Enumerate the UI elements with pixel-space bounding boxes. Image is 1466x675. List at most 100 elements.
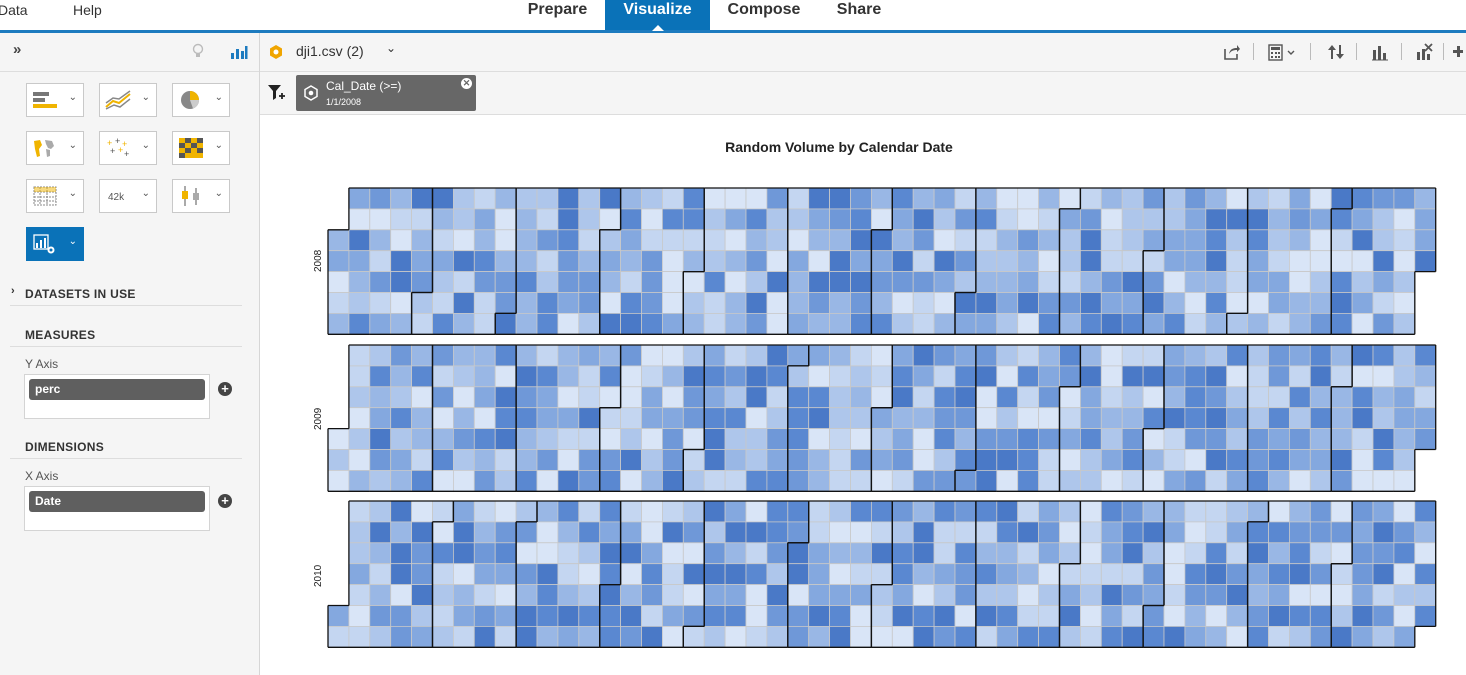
day-cell[interactable] — [473, 563, 496, 586]
day-cell[interactable] — [557, 542, 580, 565]
day-cell[interactable] — [829, 563, 851, 586]
day-cell[interactable] — [515, 292, 538, 314]
day-cell[interactable] — [1059, 449, 1081, 471]
day-cell[interactable] — [1080, 521, 1102, 544]
day-cell[interactable] — [871, 449, 893, 471]
day-cell[interactable] — [1017, 250, 1040, 272]
day-cell[interactable] — [327, 469, 350, 492]
day-cell[interactable] — [829, 365, 851, 388]
day-cell[interactable] — [975, 563, 998, 586]
day-cell[interactable] — [1080, 563, 1102, 586]
day-cell[interactable] — [1038, 386, 1060, 409]
day-cell[interactable] — [1393, 250, 1416, 272]
day-cell[interactable] — [1351, 344, 1374, 367]
day-cell[interactable] — [473, 469, 496, 492]
day-cell[interactable] — [515, 626, 538, 648]
day-cell[interactable] — [390, 229, 413, 252]
day-cell[interactable] — [620, 208, 642, 231]
day-cell[interactable] — [536, 500, 559, 523]
day-cell[interactable] — [452, 312, 475, 335]
day-cell[interactable] — [536, 521, 559, 544]
day-cell[interactable] — [432, 563, 454, 586]
day-cell[interactable] — [578, 365, 601, 388]
day-cell[interactable] — [1059, 250, 1081, 272]
day-cell[interactable] — [662, 605, 684, 627]
day-cell[interactable] — [954, 500, 977, 523]
day-cell[interactable] — [369, 521, 392, 544]
day-cell[interactable] — [1038, 407, 1060, 430]
day-cell[interactable] — [703, 521, 726, 544]
day-cell[interactable] — [954, 312, 977, 335]
day-cell[interactable] — [829, 584, 851, 606]
day-cell[interactable] — [703, 605, 726, 627]
day-cell[interactable] — [1163, 344, 1186, 367]
day-cell[interactable] — [787, 187, 810, 210]
day-cell[interactable] — [348, 187, 371, 210]
day-cell[interactable] — [557, 250, 580, 272]
day-cell[interactable] — [724, 563, 747, 586]
day-cell[interactable] — [452, 208, 475, 231]
day-cell[interactable] — [452, 500, 475, 523]
day-cell[interactable] — [1017, 521, 1040, 544]
day-cell[interactable] — [1226, 386, 1248, 409]
day-cell[interactable] — [473, 584, 496, 606]
day-cell[interactable] — [599, 449, 622, 471]
day-cell[interactable] — [1372, 187, 1395, 210]
day-cell[interactable] — [1142, 605, 1165, 627]
day-cell[interactable] — [682, 469, 705, 492]
day-cell[interactable] — [808, 605, 831, 627]
day-cell[interactable] — [745, 605, 768, 627]
day-cell[interactable] — [1080, 312, 1102, 335]
day-cell[interactable] — [1142, 584, 1165, 606]
day-cell[interactable] — [1100, 626, 1123, 648]
day-cell[interactable] — [557, 449, 580, 471]
day-cell[interactable] — [724, 626, 747, 648]
day-cell[interactable] — [871, 229, 893, 252]
day-cell[interactable] — [1289, 312, 1311, 335]
day-cell[interactable] — [1414, 563, 1437, 586]
day-cell[interactable] — [1121, 500, 1144, 523]
day-cell[interactable] — [703, 542, 726, 565]
day-cell[interactable] — [829, 386, 851, 409]
day-cell[interactable] — [473, 542, 496, 565]
day-cell[interactable] — [703, 208, 726, 231]
day-cell[interactable] — [871, 428, 893, 450]
day-cell[interactable] — [390, 584, 413, 606]
day-cell[interactable] — [1142, 542, 1165, 565]
day-cell[interactable] — [1059, 229, 1081, 252]
day-cell[interactable] — [912, 229, 935, 252]
day-cell[interactable] — [1184, 312, 1207, 335]
day-cell[interactable] — [829, 542, 851, 565]
day-cell[interactable] — [327, 312, 350, 335]
day-cell[interactable] — [1393, 407, 1416, 430]
day-cell[interactable] — [494, 605, 517, 627]
day-cell[interactable] — [1330, 187, 1353, 210]
day-cell[interactable] — [1247, 229, 1269, 252]
day-cell[interactable] — [473, 292, 496, 314]
day-cell[interactable] — [348, 407, 371, 430]
day-cell[interactable] — [536, 469, 559, 492]
day-cell[interactable] — [1038, 229, 1060, 252]
day-cell[interactable] — [1393, 208, 1416, 231]
day-cell[interactable] — [1289, 407, 1311, 430]
day-cell[interactable] — [599, 626, 622, 648]
day-cell[interactable] — [1121, 292, 1144, 314]
day-cell[interactable] — [933, 500, 956, 523]
day-cell[interactable] — [1330, 292, 1353, 314]
day-cell[interactable] — [1289, 250, 1311, 272]
day-cell[interactable] — [996, 344, 1019, 367]
day-cell[interactable] — [641, 428, 663, 450]
day-cell[interactable] — [1309, 386, 1332, 409]
day-cell[interactable] — [599, 500, 622, 523]
day-cell[interactable] — [829, 250, 851, 272]
day-cell[interactable] — [1121, 584, 1144, 606]
day-cell[interactable] — [348, 344, 371, 367]
day-cell[interactable] — [1330, 626, 1353, 648]
day-cell[interactable] — [432, 229, 454, 252]
day-cell[interactable] — [411, 250, 433, 272]
day-cell[interactable] — [850, 563, 872, 586]
day-cell[interactable] — [452, 563, 475, 586]
day-cell[interactable] — [1309, 365, 1332, 388]
day-cell[interactable] — [662, 449, 684, 471]
day-cell[interactable] — [557, 584, 580, 606]
